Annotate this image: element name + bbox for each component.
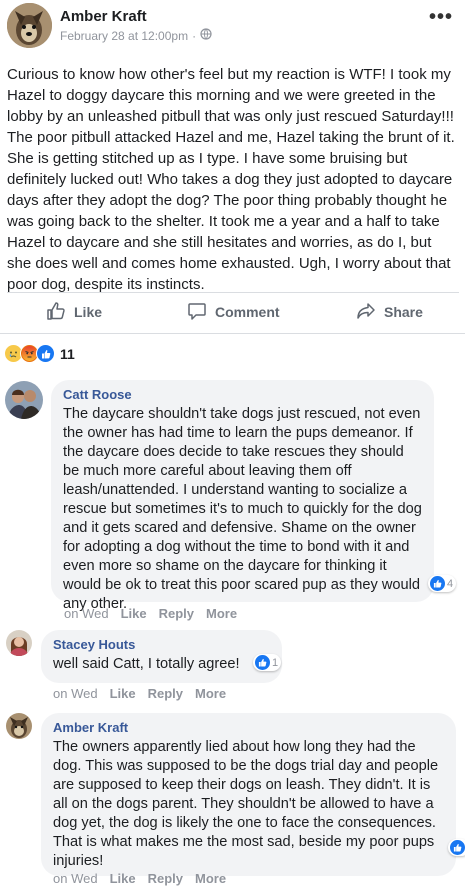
commenter-avatar[interactable] bbox=[6, 713, 32, 739]
comment-like-link[interactable]: Like bbox=[121, 606, 147, 621]
comment-author-name[interactable]: Catt Roose bbox=[63, 387, 422, 402]
comment-author-name[interactable]: Amber Kraft bbox=[53, 720, 444, 735]
comment-like-count: 1 bbox=[272, 656, 279, 669]
post-author-avatar[interactable] bbox=[7, 3, 52, 48]
share-button-label: Share bbox=[384, 304, 423, 320]
post-body-text: Curious to know how other's feel but my … bbox=[7, 66, 455, 293]
like-badge-icon bbox=[255, 655, 270, 670]
comment-author-name[interactable]: Stacey Houts bbox=[53, 637, 270, 652]
comment-like-count: 4 bbox=[447, 577, 454, 590]
comment-reply-link[interactable]: Reply bbox=[148, 686, 183, 701]
comment-time[interactable]: on Wed bbox=[53, 686, 98, 701]
comment-reply-link[interactable]: Reply bbox=[159, 606, 194, 621]
comment-button[interactable]: Comment bbox=[187, 302, 280, 322]
public-globe-icon bbox=[200, 28, 212, 43]
comment-actions: on Wed Like Reply More bbox=[53, 686, 226, 701]
comment-like-count-badge[interactable]: 1 bbox=[253, 654, 282, 671]
comment-bubble: Stacey Houts well said Catt, I totally a… bbox=[41, 630, 282, 683]
comment-more-link[interactable]: More bbox=[206, 606, 237, 621]
post-timestamp[interactable]: February 28 at 12:00pm bbox=[60, 29, 188, 43]
comment-actions: on Wed Like Reply More bbox=[53, 871, 226, 886]
comment-more-link[interactable]: More bbox=[195, 686, 226, 701]
comment-like-count-badge[interactable]: 4 bbox=[428, 575, 457, 592]
comment-time[interactable]: on Wed bbox=[64, 606, 109, 621]
commenter-avatar[interactable] bbox=[5, 381, 43, 419]
thumbs-up-icon bbox=[46, 301, 66, 324]
comment-actions: on Wed Like Reply More bbox=[64, 606, 237, 621]
action-bar-bottom-divider bbox=[0, 333, 465, 334]
meta-separator: · bbox=[192, 28, 197, 43]
comment-bubble: Amber Kraft The owners apparently lied a… bbox=[41, 713, 456, 876]
comment-like-count-badge[interactable] bbox=[448, 839, 465, 856]
comment-like-link[interactable]: Like bbox=[110, 686, 136, 701]
comment-text: The owners apparently lied about how lon… bbox=[53, 739, 439, 869]
comment-bubble: Catt Roose The daycare shouldn't take do… bbox=[51, 380, 434, 612]
post-meta: February 28 at 12:00pm · bbox=[60, 28, 212, 43]
share-arrow-icon bbox=[356, 301, 376, 324]
comment-text: The daycare shouldn't take dogs just res… bbox=[63, 406, 422, 612]
comment-text: well said Catt, I totally agree! bbox=[53, 656, 240, 672]
commenter-avatar[interactable] bbox=[6, 630, 32, 656]
reactions-count: 11 bbox=[60, 345, 75, 362]
comment-button-label: Comment bbox=[215, 304, 280, 320]
action-bar-top-divider bbox=[7, 292, 459, 293]
like-reaction-icon bbox=[36, 344, 55, 363]
like-badge-icon bbox=[430, 576, 445, 591]
comment-more-link[interactable]: More bbox=[195, 871, 226, 886]
comment-like-link[interactable]: Like bbox=[110, 871, 136, 886]
like-badge-icon bbox=[450, 840, 465, 855]
reactions-summary[interactable]: 11 bbox=[4, 344, 75, 363]
comment-time[interactable]: on Wed bbox=[53, 871, 98, 886]
share-button[interactable]: Share bbox=[356, 302, 423, 322]
like-button-label: Like bbox=[74, 304, 103, 320]
comment-bubble-icon bbox=[187, 301, 207, 324]
like-button[interactable]: Like bbox=[46, 301, 103, 324]
post-author-name[interactable]: Amber Kraft bbox=[60, 8, 147, 25]
post-options-button[interactable]: ••• bbox=[429, 6, 453, 29]
comment-reply-link[interactable]: Reply bbox=[148, 871, 183, 886]
